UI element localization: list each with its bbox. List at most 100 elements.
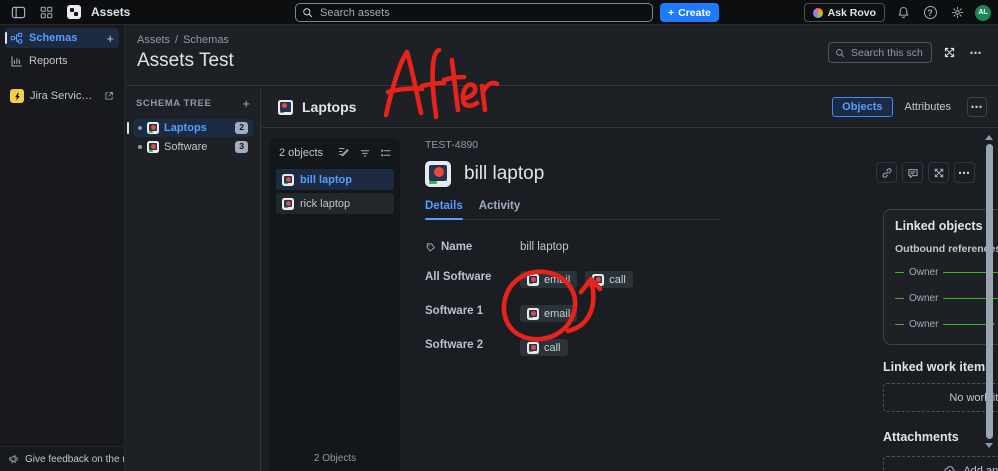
relation-label: Owner	[909, 319, 939, 330]
object-row-bill-laptop[interactable]: bill laptop	[276, 169, 394, 190]
object-type-icon	[592, 273, 605, 286]
linked-object-chip-email[interactable]: email	[520, 271, 578, 288]
linked-object-row: Owner email	[895, 264, 998, 281]
focus-indicator	[127, 122, 129, 134]
sidebar-item-reports[interactable]: Reports	[5, 51, 119, 71]
object-key: TEST-4890	[425, 139, 479, 151]
filter-icon[interactable]	[358, 146, 372, 160]
object-type-icon	[278, 99, 293, 115]
jsm-icon	[10, 89, 24, 103]
tab-attributes[interactable]: Attributes	[895, 97, 961, 117]
add-schema-icon[interactable]: +	[106, 32, 114, 45]
attribute-tag-icon	[425, 242, 436, 253]
assets-app-window: Assets + Create Ask Rovo ? AL	[0, 0, 998, 471]
object-detail-panel: ⋯ TEST-4890 bill laptop Details Activity	[399, 129, 998, 471]
bulk-edit-icon[interactable]	[337, 146, 351, 160]
field-row-software-1: Software 1 email	[425, 305, 725, 322]
object-count-badge: 3	[235, 141, 248, 153]
external-link-icon	[104, 91, 114, 101]
expand-bullet-icon[interactable]	[138, 145, 142, 149]
object-title: bill laptop	[464, 163, 545, 184]
field-row-software-2: Software 2 call	[425, 339, 725, 356]
field-label: Name	[441, 241, 473, 253]
left-sidebar: Schemas + Reports Jira Service Managem..…	[0, 25, 125, 471]
linked-object-row: Owner call	[895, 290, 998, 307]
reports-icon	[10, 55, 23, 68]
linked-work-items-title: Linked work items	[883, 360, 993, 374]
tab-objects[interactable]: Objects	[832, 97, 893, 117]
linked-objects-title: Linked objects	[895, 219, 983, 233]
object-type-icon	[527, 307, 539, 320]
schema-search-box[interactable]	[828, 42, 932, 63]
object-row-rick-laptop[interactable]: rick laptop	[276, 193, 394, 214]
search-icon	[302, 7, 313, 18]
scroll-down-arrow[interactable]	[985, 443, 993, 448]
tab-activity[interactable]: Activity	[479, 200, 521, 219]
give-feedback-button[interactable]: Give feedback on the ne...	[0, 446, 124, 471]
object-list-panel: 2 objects bill laptop rick laptop 2 Obje…	[270, 138, 400, 471]
linked-object-chip-call[interactable]: call	[520, 339, 568, 356]
settings-gear-icon[interactable]	[948, 4, 966, 22]
attachments-header: Attachments +	[883, 427, 998, 447]
tree-item-laptops[interactable]: Laptops 2	[127, 119, 253, 137]
search-icon	[835, 48, 845, 58]
plus-icon: +	[668, 6, 675, 19]
work-items-empty-state: No work items found	[883, 383, 998, 412]
field-value: bill laptop	[520, 241, 569, 253]
breadcrumb-assets[interactable]: Assets	[137, 34, 170, 46]
object-type-icon	[147, 141, 159, 153]
outbound-references-label: Outbound references	[895, 243, 998, 255]
relation-line	[895, 271, 904, 274]
linked-object-chip-call[interactable]: call	[585, 271, 633, 288]
relation-label: Owner	[909, 267, 939, 278]
field-row-all-software: All Software email call	[425, 271, 725, 288]
tab-details[interactable]: Details	[425, 200, 463, 220]
global-search-input[interactable]	[318, 5, 646, 20]
scroll-up-arrow[interactable]	[985, 135, 993, 140]
linked-object-row: Owner Software 2	[895, 316, 998, 333]
object-type-icon	[527, 341, 539, 354]
attachments-title: Attachments	[883, 430, 959, 444]
object-name: rick laptop	[300, 197, 351, 210]
page-title: Assets Test	[137, 50, 234, 71]
linked-object-chip-email[interactable]: email	[520, 305, 578, 322]
scrollbar-thumb[interactable]	[985, 144, 993, 439]
object-type-icon	[282, 173, 294, 186]
detail-side-rail: Linked objects Object gr... Outbound ref…	[883, 129, 998, 471]
expand-bullet-icon[interactable]	[138, 126, 142, 130]
schema-search-input[interactable]	[849, 45, 925, 60]
schemas-icon	[10, 32, 23, 45]
vertical-scrollbar[interactable]	[985, 135, 993, 471]
add-object-type-icon[interactable]: +	[242, 97, 250, 110]
relation-line	[895, 323, 904, 326]
tree-item-software[interactable]: Software 3	[133, 138, 253, 156]
global-search-box[interactable]	[295, 3, 653, 22]
object-count-badge: 2	[235, 122, 248, 134]
list-view-icon[interactable]	[379, 146, 393, 160]
feedback-label: Give feedback on the ne...	[25, 453, 124, 465]
notifications-bell-icon[interactable]	[894, 4, 912, 22]
field-row-name: Name bill laptop	[425, 241, 725, 254]
help-icon[interactable]: ?	[921, 4, 939, 22]
sidebar-item-jsm[interactable]: Jira Service Managem...	[5, 86, 119, 106]
linked-objects-card: Linked objects Object gr... Outbound ref…	[883, 209, 998, 345]
focus-indicator	[5, 32, 7, 44]
view-more-icon[interactable]: ⋯	[967, 97, 987, 117]
object-type-icon	[147, 122, 159, 134]
schema-header: Assets / Schemas Assets Test ⋯	[126, 25, 998, 86]
field-label: Software 1	[425, 305, 484, 317]
sidebar-item-schemas[interactable]: Schemas +	[5, 28, 119, 48]
user-avatar[interactable]: AL	[975, 4, 991, 21]
sidebar-toggle-icon[interactable]	[9, 3, 27, 21]
schema-more-icon[interactable]: ⋯	[966, 43, 986, 63]
app-switcher-icon[interactable]	[37, 3, 55, 21]
object-graph-expand-icon[interactable]	[939, 43, 959, 63]
breadcrumb-schemas[interactable]: Schemas	[183, 34, 229, 46]
rovo-icon	[812, 7, 823, 18]
create-button[interactable]: + Create	[660, 3, 719, 22]
attachments-empty-state[interactable]: Add an attachment	[883, 456, 998, 471]
object-type-icon	[282, 197, 294, 210]
object-type-icon	[527, 273, 539, 286]
assets-logo-icon[interactable]	[65, 3, 83, 21]
ask-rovo-button[interactable]: Ask Rovo	[803, 3, 885, 22]
